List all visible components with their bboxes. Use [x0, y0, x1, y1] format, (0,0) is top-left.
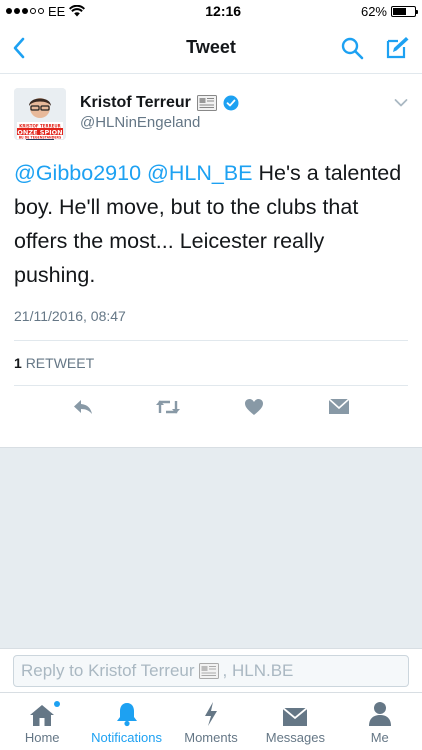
avatar[interactable]: KRISTOF TERREUR ONZE SPION BIJ DE TEGENS…	[14, 88, 66, 140]
navigation-bar: Tweet	[0, 22, 422, 74]
tweet-actions	[14, 386, 408, 430]
tweet-detail: KRISTOF TERREUR ONZE SPION BIJ DE TEGENS…	[0, 74, 422, 430]
tab-home-icon-wrap	[29, 699, 61, 727]
status-bar: EE 12:16 62%	[0, 0, 422, 22]
tab-notifications-icon-wrap	[116, 699, 138, 727]
back-chevron-icon[interactable]	[12, 37, 26, 59]
newspaper-emoji-icon	[198, 663, 219, 679]
battery-fill	[393, 7, 407, 15]
carrier-label: EE	[48, 3, 66, 19]
battery-icon	[391, 5, 418, 17]
tab-bar: Home Notifications Moments Messages Me	[0, 692, 422, 750]
tab-home[interactable]: Home	[0, 699, 84, 745]
chevron-down-icon[interactable]	[394, 98, 408, 108]
tab-notifications[interactable]: Notifications	[85, 699, 169, 745]
avatar-image: KRISTOF TERREUR ONZE SPION BIJ DE TEGENS…	[14, 88, 66, 140]
avatar-footer: BIJ DE TEGENSTANDERS	[19, 136, 62, 140]
status-left: EE	[6, 3, 86, 19]
tweet-author: KRISTOF TERREUR ONZE SPION BIJ DE TEGENS…	[14, 88, 408, 140]
envelope-icon	[328, 398, 350, 414]
tweet-text: @Gibbo2910 @HLN_BE He's a talented boy. …	[14, 156, 408, 292]
envelope-icon	[282, 707, 308, 726]
search-icon[interactable]	[340, 36, 364, 60]
tab-messages-icon-wrap	[282, 699, 308, 727]
status-time: 12:16	[205, 3, 242, 19]
author-names: Kristof Terreur @HLNinEngeland	[80, 88, 239, 131]
tab-moments[interactable]: Moments	[169, 699, 253, 745]
reply-icon	[73, 400, 92, 414]
tab-label: Messages	[265, 730, 325, 745]
tab-moments-icon-wrap	[203, 699, 219, 727]
tab-label: Notifications	[91, 730, 162, 745]
signal-strength-icon	[6, 8, 44, 14]
retweet-label: RETWEET	[25, 355, 95, 371]
mention-link[interactable]: @Gibbo2910	[14, 161, 141, 185]
tweet-timestamp: 21/11/2016, 08:47	[14, 308, 408, 341]
like-button[interactable]	[239, 398, 269, 416]
reply-button[interactable]	[68, 398, 98, 416]
person-icon	[368, 702, 391, 726]
mention-link[interactable]: @HLN_BE	[147, 161, 252, 185]
newspaper-emoji-icon	[196, 95, 217, 111]
tab-messages[interactable]: Messages	[253, 699, 337, 745]
home-new-dot	[54, 701, 61, 707]
battery-percent: 62%	[360, 3, 387, 19]
nav-actions	[340, 35, 410, 61]
tab-label: Moments	[184, 730, 238, 745]
tab-me-icon-wrap	[368, 699, 392, 727]
wifi-icon	[69, 5, 86, 17]
author-name: Kristof Terreur	[80, 94, 191, 111]
reply-placeholder-suffix: , HLN.BE	[222, 661, 294, 680]
tab-label: Home	[24, 730, 60, 745]
retweet-count: 1	[14, 355, 22, 371]
author-name-row[interactable]: Kristof Terreur	[80, 94, 239, 112]
reply-bar: Reply to Kristof Terreur , HLN.BE	[0, 648, 422, 692]
verified-badge-icon	[223, 95, 239, 111]
status-right: 62%	[360, 3, 418, 19]
compose-tweet-icon[interactable]	[384, 35, 410, 61]
reply-input[interactable]: Reply to Kristof Terreur , HLN.BE	[13, 655, 409, 687]
bell-icon	[116, 703, 137, 727]
retweet-button[interactable]	[153, 398, 183, 416]
direct-message-button[interactable]	[324, 398, 354, 416]
heart-icon	[244, 399, 263, 415]
tab-label: Me	[370, 730, 389, 745]
tab-me[interactable]: Me	[338, 699, 422, 745]
reply-placeholder-prefix: Reply to Kristof Terreur	[21, 661, 195, 680]
retweet-icon	[156, 400, 181, 414]
lightning-icon	[204, 702, 217, 726]
tweet-stats[interactable]: 1 RETWEET	[14, 341, 408, 386]
author-handle: @HLNinEngeland	[80, 114, 201, 131]
home-icon	[30, 705, 55, 726]
